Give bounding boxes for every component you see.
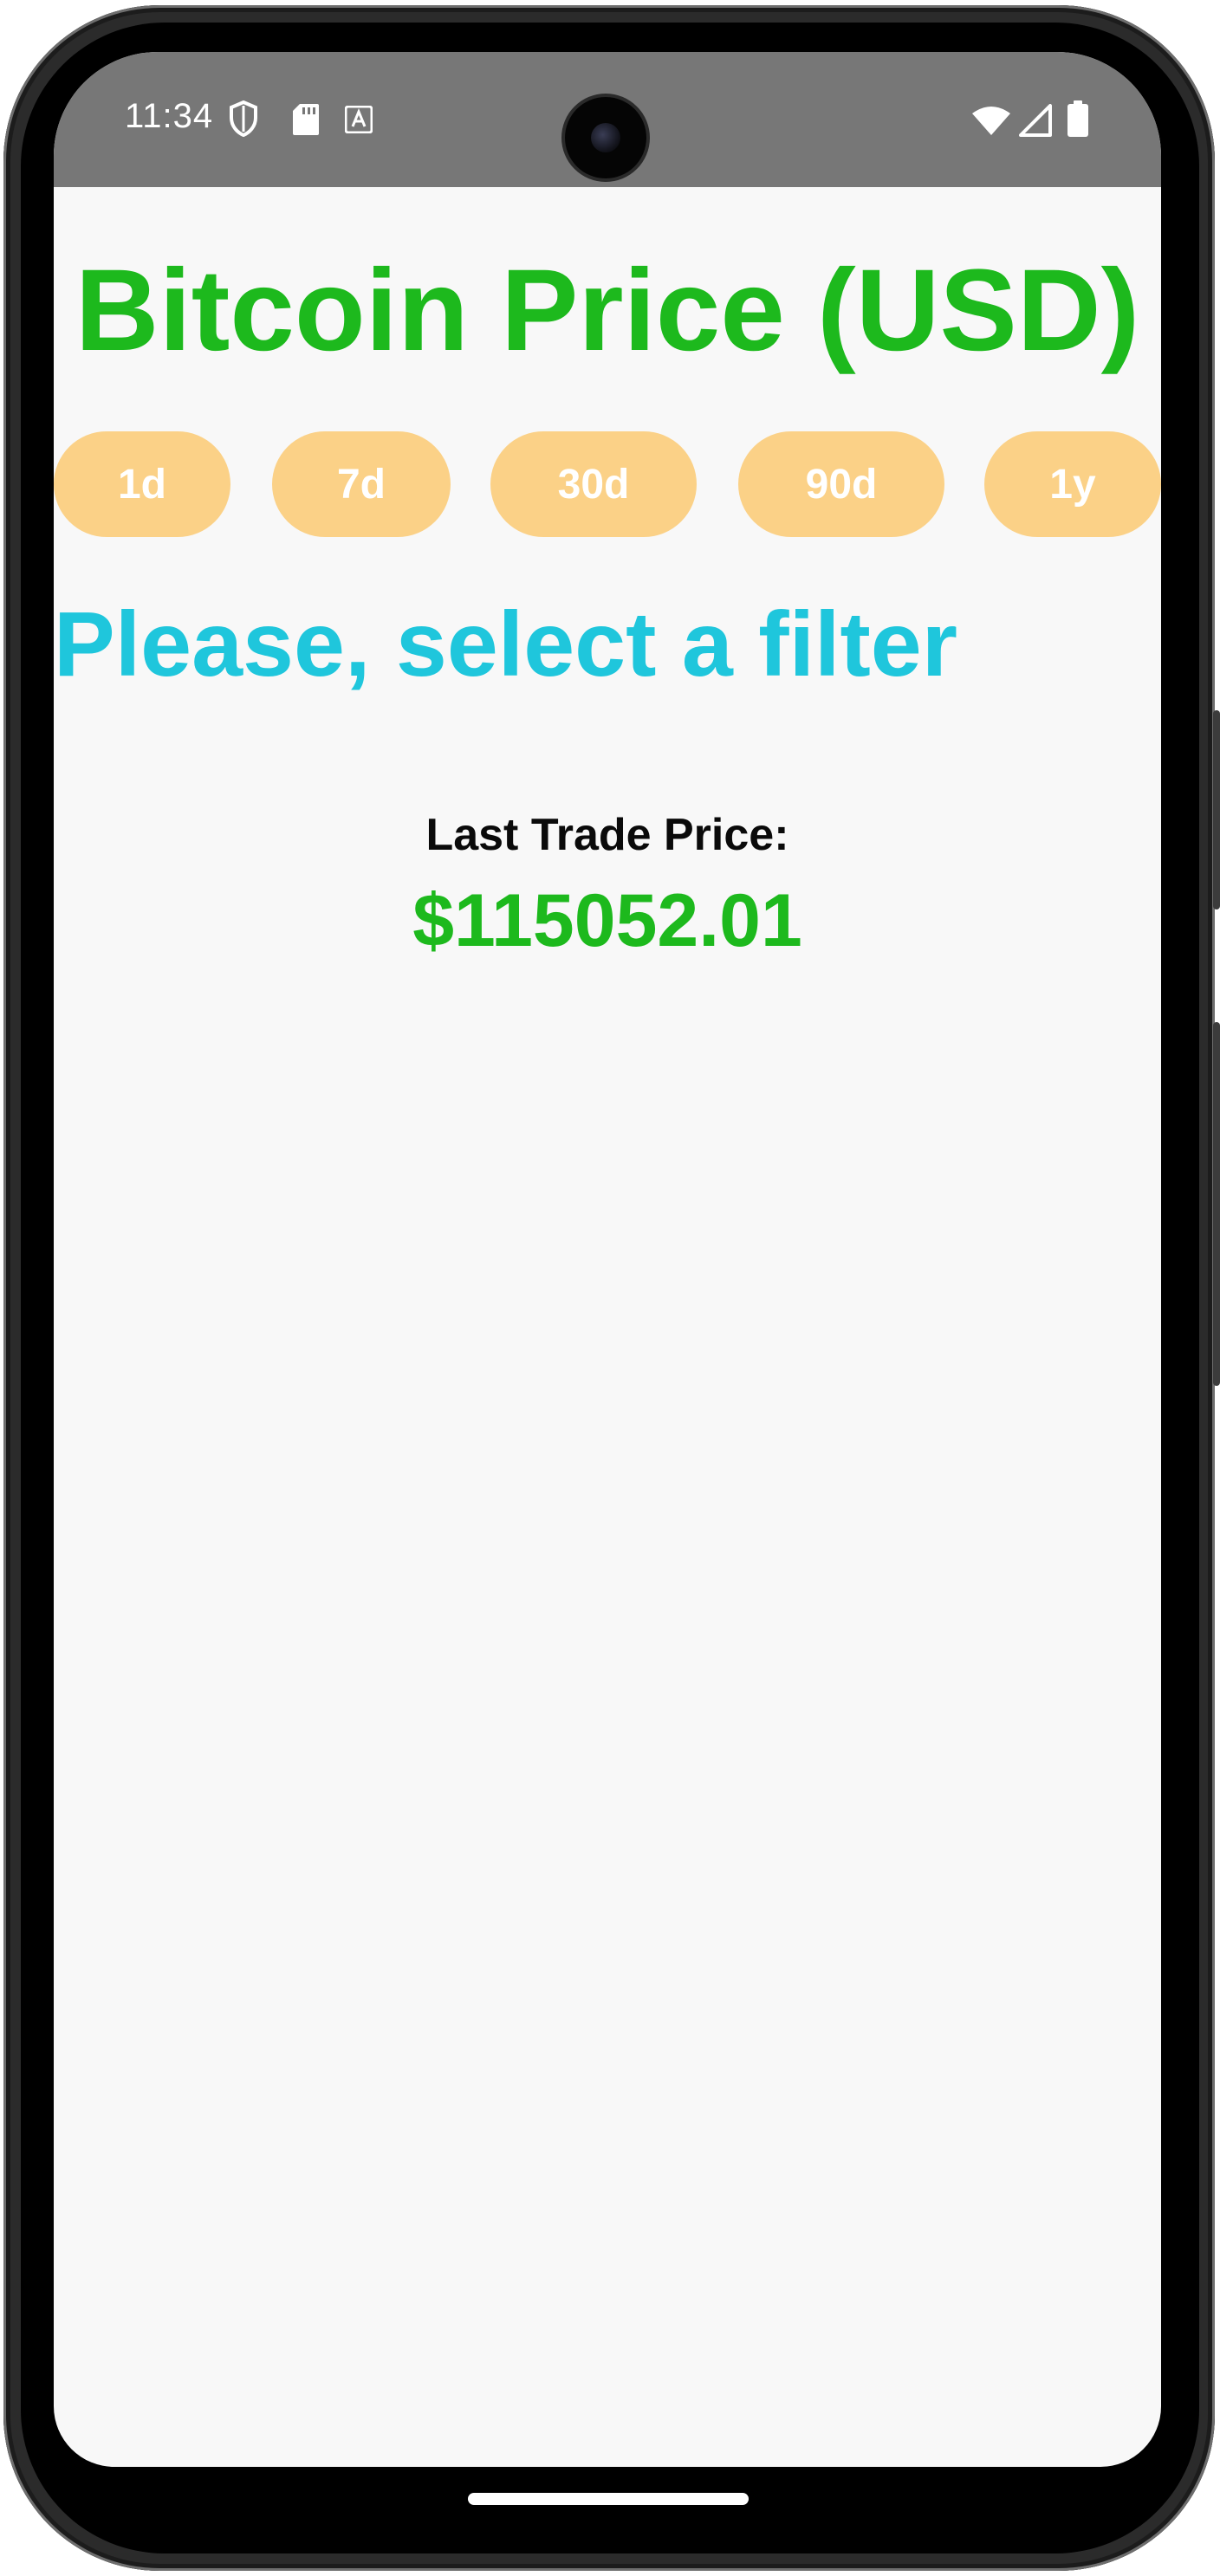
last-trade-price: $115052.01 [412, 879, 802, 962]
home-gesture-bar[interactable] [468, 2493, 749, 2505]
filter-prompt: Please, select a filter [54, 593, 957, 696]
page-title: Bitcoin Price (USD) [75, 246, 1140, 375]
filter-button-1y[interactable]: 1y [984, 431, 1161, 537]
filter-button-1d[interactable]: 1d [54, 431, 230, 537]
status-time: 11:34 [125, 97, 214, 135]
filter-button-90d[interactable]: 90d [738, 431, 944, 537]
shield-icon [229, 100, 258, 141]
wifi-icon [972, 106, 1010, 139]
phone-device: 11:34 Bitcoin Price (USD) 1d 7d 30d 90d … [0, 0, 1220, 2576]
filter-bar: 1d 7d 30d 90d 1y [54, 431, 1161, 539]
font-a-icon [344, 105, 373, 138]
app-screen: 11:34 Bitcoin Price (USD) 1d 7d 30d 90d … [54, 52, 1161, 2467]
status-bar: 11:34 [54, 52, 1161, 187]
last-trade-label: Last Trade Price: [425, 810, 789, 860]
filter-button-30d[interactable]: 30d [490, 431, 697, 537]
signal-icon [1019, 104, 1052, 141]
power-button [1213, 1022, 1220, 1386]
sd-card-icon [293, 104, 319, 139]
filter-button-7d[interactable]: 7d [272, 431, 451, 537]
battery-icon [1068, 100, 1088, 141]
app-content: Bitcoin Price (USD) 1d 7d 30d 90d 1y Ple… [54, 187, 1161, 2467]
front-camera [565, 97, 646, 178]
volume-button [1213, 710, 1220, 909]
